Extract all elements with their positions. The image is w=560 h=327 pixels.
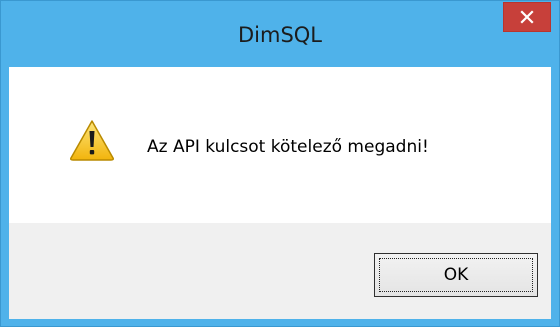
close-icon: [520, 10, 534, 24]
dialog-message: Az API kulcsot kötelező megadni!: [147, 137, 429, 157]
ok-button-label: OK: [379, 258, 533, 292]
dialog-window: DimSQL Az API kulcsot kötelező megadni!: [0, 0, 560, 327]
ok-button[interactable]: OK: [374, 253, 538, 297]
dialog-content: Az API kulcsot kötelező megadni! OK: [9, 67, 551, 319]
close-button[interactable]: [503, 2, 551, 32]
message-area: Az API kulcsot kötelező megadni!: [9, 67, 551, 223]
title-bar[interactable]: DimSQL: [1, 1, 559, 67]
warning-icon: [70, 120, 114, 161]
window-title: DimSQL: [237, 23, 323, 47]
button-area: OK: [9, 223, 551, 319]
